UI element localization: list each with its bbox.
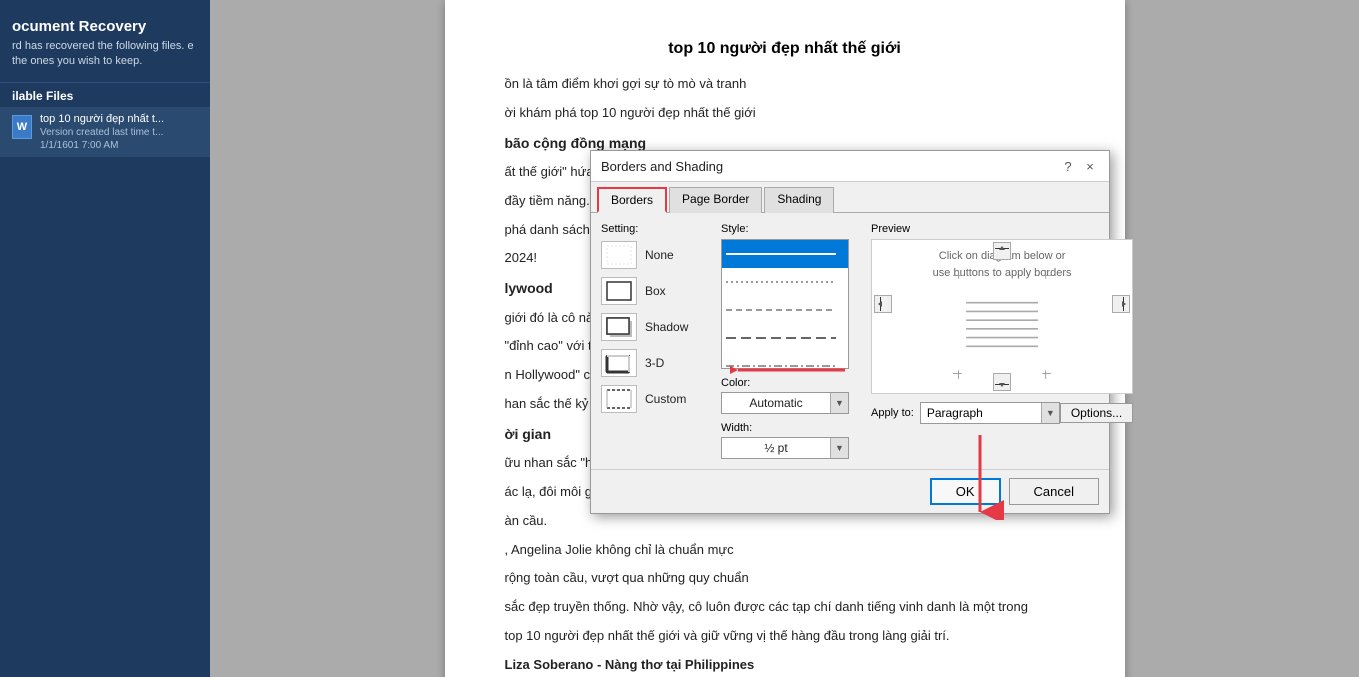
preview-label: Preview <box>871 223 1133 235</box>
border-left-btn[interactable] <box>874 295 892 313</box>
preview-box: Click on diagram below oruse buttons to … <box>871 239 1133 394</box>
border-top-btn[interactable] <box>993 242 1011 260</box>
panel-subtitle: rd has recovered the following files. e … <box>0 39 210 78</box>
none-label: None <box>645 248 674 262</box>
down-arrow-annotation <box>955 430 1005 520</box>
file-name: top 10 người đẹp nhất t... <box>40 113 190 125</box>
width-label: Width: <box>721 422 861 434</box>
file-info: top 10 người đẹp nhất t... Version creat… <box>40 113 198 151</box>
setting-label: Setting: <box>601 223 711 235</box>
style-dotted1[interactable] <box>722 268 848 296</box>
style-column: Style: <box>721 223 861 459</box>
box-label: Box <box>645 284 666 298</box>
panel-title: ocument Recovery <box>0 10 210 39</box>
tab-page-border[interactable]: Page Border <box>669 187 762 213</box>
width-dropdown-arrow[interactable]: ▼ <box>830 438 848 458</box>
style-dash-short[interactable] <box>722 296 848 324</box>
color-value: Automatic <box>722 394 830 412</box>
titlebar-buttons: ? × <box>1059 157 1099 175</box>
doc-title: top 10 người đẹp nhất thế giới <box>505 40 1065 58</box>
doc-bold1: Liza Soberano - Nàng thơ tại Philippines <box>505 655 1065 676</box>
custom-icon <box>601 385 637 413</box>
doc-body14: sắc đẹp truyền thống. Nhờ vậy, cô luôn đ… <box>505 597 1065 618</box>
panel-section: ilable Files <box>0 82 210 107</box>
dialog-titlebar: Borders and Shading ? × <box>591 151 1109 182</box>
file-item[interactable]: top 10 người đẹp nhất t... Version creat… <box>0 107 210 157</box>
apply-to-value: Paragraph <box>921 404 1041 422</box>
style-label: Style: <box>721 223 861 235</box>
apply-to-row: Apply to: Paragraph ▼ Options... <box>871 402 1133 424</box>
left-arrow-annotation <box>730 350 850 390</box>
dialog-title: Borders and Shading <box>601 159 723 174</box>
setting-box[interactable]: Box <box>601 277 711 305</box>
3d-icon-svg <box>605 352 633 374</box>
doc-para1: ồn là tâm điểm khơi gợi sự tò mò và tran… <box>505 74 1065 95</box>
3d-label: 3-D <box>645 356 664 370</box>
doc-body12: , Angelina Jolie không chỉ là chuẩn mực <box>505 540 1065 561</box>
shadow-icon-svg <box>605 316 633 338</box>
shadow-icon <box>601 313 637 341</box>
custom-label: Custom <box>645 392 686 406</box>
dialog-footer: OK Cancel <box>591 469 1109 513</box>
setting-column: Setting: None <box>601 223 711 459</box>
preview-column: Preview Click on diagram below oruse but… <box>871 223 1133 459</box>
tab-shading[interactable]: Shading <box>764 187 834 213</box>
setting-shadow[interactable]: Shadow <box>601 313 711 341</box>
tab-borders[interactable]: Borders <box>597 187 667 213</box>
custom-icon-svg <box>605 388 633 410</box>
shadow-label: Shadow <box>645 320 688 334</box>
word-file-icon <box>12 115 32 139</box>
options-button[interactable]: Options... <box>1060 403 1133 423</box>
border-right-btn[interactable] <box>1112 295 1130 313</box>
box-icon-svg <box>605 280 633 302</box>
3d-icon <box>601 349 637 377</box>
none-icon-svg <box>605 244 633 266</box>
doc-body15: top 10 người đẹp nhất thế giới và giữ vữ… <box>505 626 1065 647</box>
box-icon <box>601 277 637 305</box>
apply-dropdown-arrow[interactable]: ▼ <box>1041 403 1059 423</box>
document-recovery-panel: ocument Recovery rd has recovered the fo… <box>0 0 210 677</box>
style-dash-long[interactable] <box>722 324 848 352</box>
file-meta1: Version created last time t... <box>40 127 198 138</box>
borders-shading-dialog: Borders and Shading ? × Borders Page Bor… <box>590 150 1110 514</box>
cancel-button[interactable]: Cancel <box>1009 478 1099 505</box>
doc-para2: ời khám phá top 10 người đẹp nhất thế gi… <box>505 103 1065 124</box>
color-dropdown-arrow[interactable]: ▼ <box>830 393 848 413</box>
none-icon <box>601 241 637 269</box>
dialog-tabs: Borders Page Border Shading <box>591 182 1109 213</box>
close-button[interactable]: × <box>1081 157 1099 175</box>
apply-to-dropdown[interactable]: Paragraph ▼ <box>920 402 1060 424</box>
setting-3d[interactable]: 3-D <box>601 349 711 377</box>
main-area: top 10 người đẹp nhất thế giới ồn là tâm… <box>210 0 1359 677</box>
apply-to-label: Apply to: <box>871 407 914 419</box>
width-dropdown[interactable]: ½ pt ▼ <box>721 437 849 459</box>
help-button[interactable]: ? <box>1059 157 1077 175</box>
file-meta2: 1/1/1601 7:00 AM <box>40 140 198 151</box>
width-value: ½ pt <box>722 439 830 457</box>
color-dropdown[interactable]: Automatic ▼ <box>721 392 849 414</box>
dialog-body: Setting: None <box>591 213 1109 469</box>
setting-none[interactable]: None <box>601 241 711 269</box>
style-solid[interactable] <box>722 240 848 268</box>
setting-custom[interactable]: Custom <box>601 385 711 413</box>
doc-body13: rộng toàn cầu, vượt qua những quy chuẩn <box>505 568 1065 589</box>
preview-doc-svg <box>894 270 1110 379</box>
